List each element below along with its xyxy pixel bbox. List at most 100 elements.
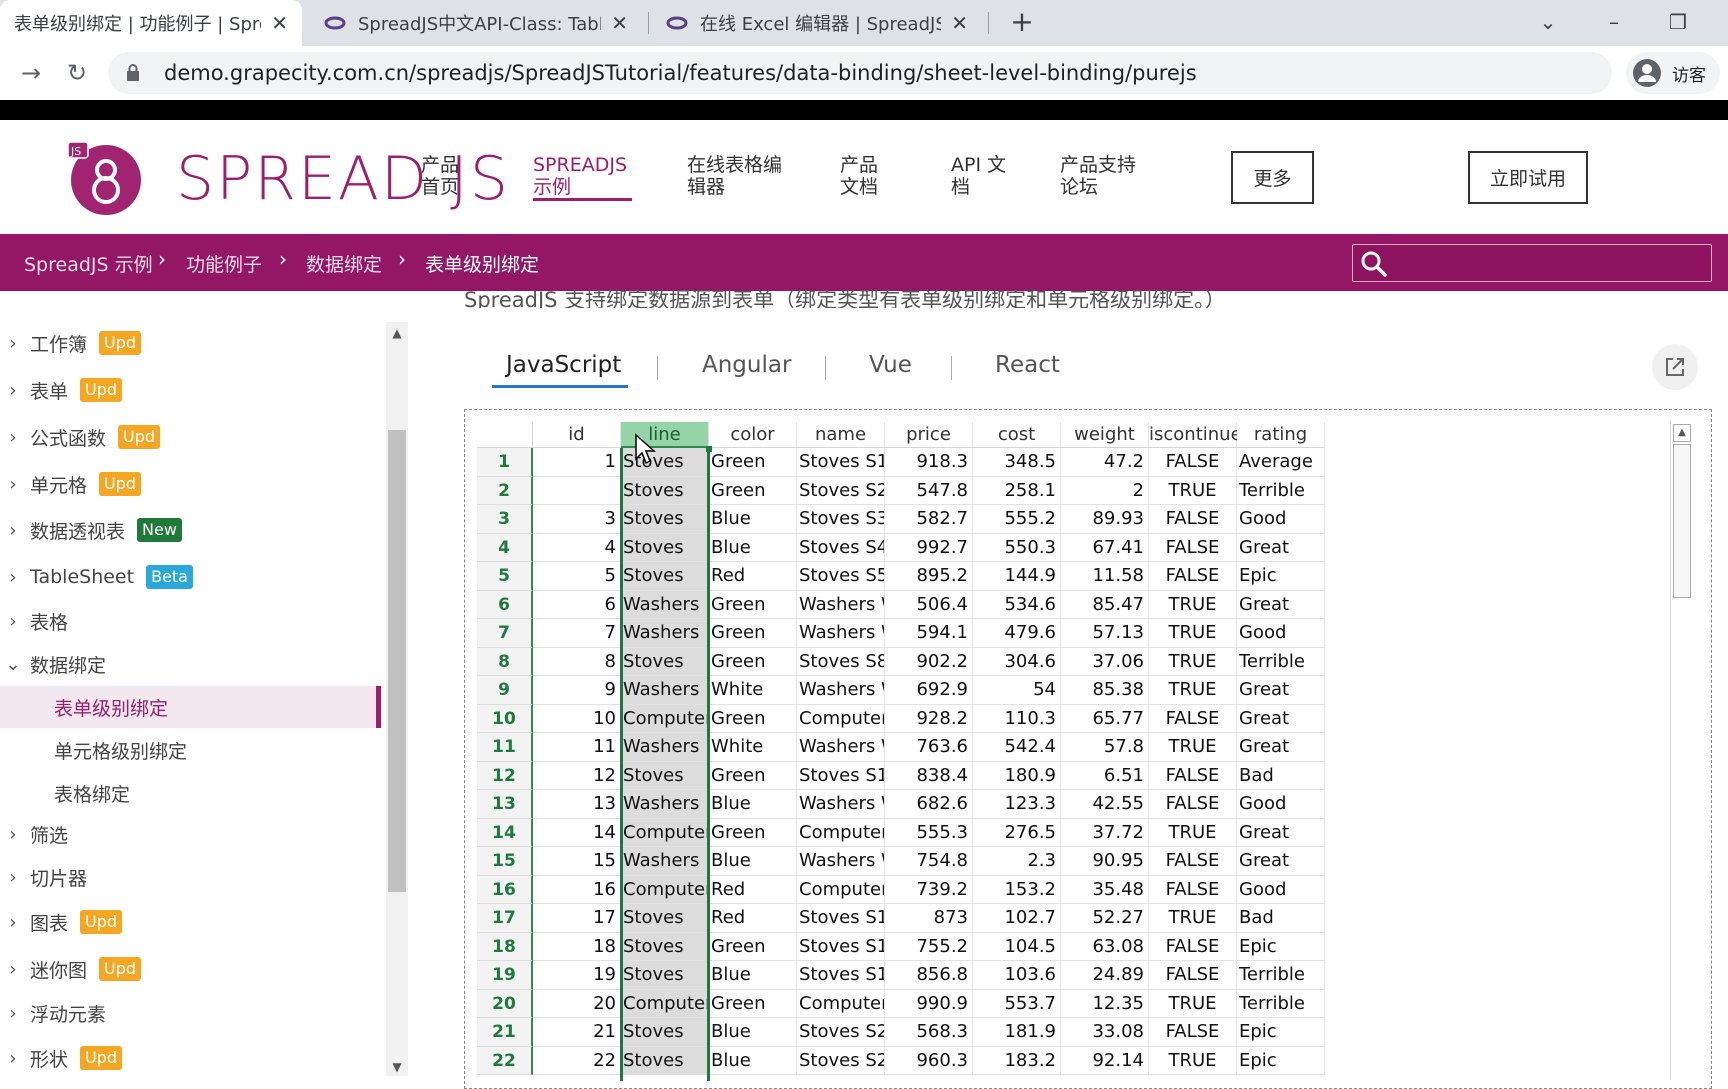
table-cell[interactable]: FALSE bbox=[1149, 761, 1237, 790]
table-cell[interactable]: Stoves S8 bbox=[797, 647, 885, 676]
table-cell[interactable]: Epic bbox=[1237, 932, 1325, 961]
table-cell[interactable]: 110.3 bbox=[973, 704, 1061, 733]
browser-tab-3[interactable]: 在线 Excel 编辑器 | SpreadJS 在 ✕ bbox=[652, 0, 982, 46]
table-cell[interactable]: TRUE bbox=[1149, 989, 1237, 1018]
table-cell[interactable]: 47.2 bbox=[1061, 448, 1149, 477]
browser-tab-1[interactable]: 表单级别绑定 | 功能例子 | Sprea ✕ bbox=[0, 0, 302, 46]
table-cell[interactable]: 65.77 bbox=[1061, 704, 1149, 733]
scroll-up-icon[interactable]: ▲ bbox=[388, 326, 406, 340]
free-trial-button[interactable]: 立即试用 bbox=[1468, 151, 1588, 204]
table-cell[interactable]: 682.6 bbox=[885, 790, 973, 819]
table-cell[interactable]: FALSE bbox=[1149, 847, 1237, 876]
table-cell[interactable]: 17 bbox=[533, 904, 621, 933]
table-cell[interactable]: 54 bbox=[973, 676, 1061, 705]
table-cell[interactable]: 542.4 bbox=[973, 733, 1061, 762]
table-cell[interactable]: 13 bbox=[533, 790, 621, 819]
table-cell[interactable]: 16 bbox=[533, 875, 621, 904]
column-header[interactable]: cost bbox=[973, 422, 1061, 448]
row-header[interactable]: 9 bbox=[477, 676, 533, 705]
table-cell[interactable]: Blue bbox=[709, 847, 797, 876]
tab-angular[interactable]: Angular bbox=[702, 352, 791, 378]
table-cell[interactable]: Good bbox=[1237, 505, 1325, 534]
table-cell[interactable]: 18 bbox=[533, 932, 621, 961]
table-cell[interactable]: TRUE bbox=[1149, 476, 1237, 505]
table-cell[interactable]: FALSE bbox=[1149, 875, 1237, 904]
table-cell[interactable]: 10 bbox=[533, 704, 621, 733]
table-cell[interactable]: Blue bbox=[709, 533, 797, 562]
table-cell[interactable] bbox=[533, 476, 621, 505]
table-cell[interactable]: Red bbox=[709, 875, 797, 904]
table-cell[interactable]: Blue bbox=[709, 1018, 797, 1047]
row-header[interactable]: 13 bbox=[477, 790, 533, 819]
table-cell[interactable]: 582.7 bbox=[885, 505, 973, 534]
table-cell[interactable]: Green bbox=[709, 476, 797, 505]
table-cell[interactable]: TRUE bbox=[1149, 619, 1237, 648]
row-header[interactable]: 16 bbox=[477, 875, 533, 904]
row-header[interactable]: 6 bbox=[477, 590, 533, 619]
scroll-down-icon[interactable]: ▼ bbox=[388, 1060, 406, 1074]
column-header[interactable]: iscontinue bbox=[1149, 422, 1242, 448]
row-header[interactable]: 4 bbox=[477, 533, 533, 562]
sidebar-subitem-table-binding[interactable]: 表格绑定 bbox=[0, 772, 382, 814]
row-header[interactable]: 8 bbox=[477, 647, 533, 676]
table-cell[interactable]: White bbox=[709, 733, 797, 762]
table-cell[interactable]: Green bbox=[709, 647, 797, 676]
fill-handle[interactable] bbox=[706, 446, 712, 452]
table-cell[interactable]: Red bbox=[709, 562, 797, 591]
column-header[interactable]: weight bbox=[1061, 422, 1149, 448]
tab-close-icon[interactable]: ✕ bbox=[951, 11, 968, 35]
table-cell[interactable]: 5 bbox=[533, 562, 621, 591]
table-cell[interactable]: FALSE bbox=[1149, 533, 1237, 562]
table-cell[interactable]: Washers W bbox=[797, 590, 885, 619]
table-cell[interactable]: 12.35 bbox=[1061, 989, 1149, 1018]
table-cell[interactable]: 57.8 bbox=[1061, 733, 1149, 762]
spreadjs-logo-icon[interactable]: JS bbox=[66, 140, 142, 216]
table-cell[interactable]: Great bbox=[1237, 733, 1325, 762]
table-cell[interactable]: 67.41 bbox=[1061, 533, 1149, 562]
table-cell[interactable]: 63.08 bbox=[1061, 932, 1149, 961]
sidebar-item-shapes[interactable]: › 形状 Upd bbox=[0, 1038, 380, 1078]
table-cell[interactable]: 755.2 bbox=[885, 932, 973, 961]
restore-icon[interactable]: ❐ bbox=[1658, 4, 1698, 40]
table-cell[interactable]: 763.6 bbox=[885, 733, 973, 762]
nav-product-home[interactable]: 产品 首页 bbox=[421, 154, 459, 198]
table-cell[interactable]: Good bbox=[1237, 619, 1325, 648]
table-cell[interactable]: 11.58 bbox=[1061, 562, 1149, 591]
table-cell[interactable]: 928.2 bbox=[885, 704, 973, 733]
table-cell[interactable]: 9 bbox=[533, 676, 621, 705]
table-cell[interactable]: 534.6 bbox=[973, 590, 1061, 619]
table-cell[interactable]: TRUE bbox=[1149, 647, 1237, 676]
table-cell[interactable]: Stoves S4 bbox=[797, 533, 885, 562]
table-cell[interactable]: Computers bbox=[797, 704, 885, 733]
table-cell[interactable]: 918.3 bbox=[885, 448, 973, 477]
nav-api-docs[interactable]: API 文 档 bbox=[951, 154, 1006, 198]
sidebar-item-tables[interactable]: › 表格 bbox=[0, 601, 380, 641]
sidebar-item-pivot-table[interactable]: › 数据透视表 New bbox=[0, 510, 380, 550]
row-header[interactable]: 5 bbox=[477, 562, 533, 591]
table-cell[interactable]: 8 bbox=[533, 647, 621, 676]
row-header[interactable]: 15 bbox=[477, 847, 533, 876]
row-header[interactable]: 20 bbox=[477, 989, 533, 1018]
sidebar-item-worksheet[interactable]: › 表单 Upd bbox=[0, 370, 380, 410]
tab-close-icon[interactable]: ✕ bbox=[271, 11, 288, 35]
table-cell[interactable]: 19 bbox=[533, 961, 621, 990]
table-cell[interactable]: 4 bbox=[533, 533, 621, 562]
table-cell[interactable]: FALSE bbox=[1149, 562, 1237, 591]
table-cell[interactable]: 553.7 bbox=[973, 989, 1061, 1018]
table-cell[interactable]: 304.6 bbox=[973, 647, 1061, 676]
row-header[interactable]: 19 bbox=[477, 961, 533, 990]
table-cell[interactable]: 992.7 bbox=[885, 533, 973, 562]
table-cell[interactable]: TRUE bbox=[1149, 733, 1237, 762]
nav-product-docs[interactable]: 产品 文档 bbox=[840, 154, 878, 198]
row-header[interactable]: 10 bbox=[477, 704, 533, 733]
table-cell[interactable]: 104.5 bbox=[973, 932, 1061, 961]
column-header[interactable]: name bbox=[797, 422, 885, 448]
table-cell[interactable]: 85.47 bbox=[1061, 590, 1149, 619]
table-cell[interactable]: 2.3 bbox=[973, 847, 1061, 876]
table-cell[interactable]: 895.2 bbox=[885, 562, 973, 591]
column-header[interactable]: rating bbox=[1237, 422, 1325, 448]
table-cell[interactable]: Terrible bbox=[1237, 989, 1325, 1018]
table-cell[interactable]: Stoves S5 bbox=[797, 562, 885, 591]
table-cell[interactable]: TRUE bbox=[1149, 904, 1237, 933]
table-cell[interactable]: Computers bbox=[797, 875, 885, 904]
